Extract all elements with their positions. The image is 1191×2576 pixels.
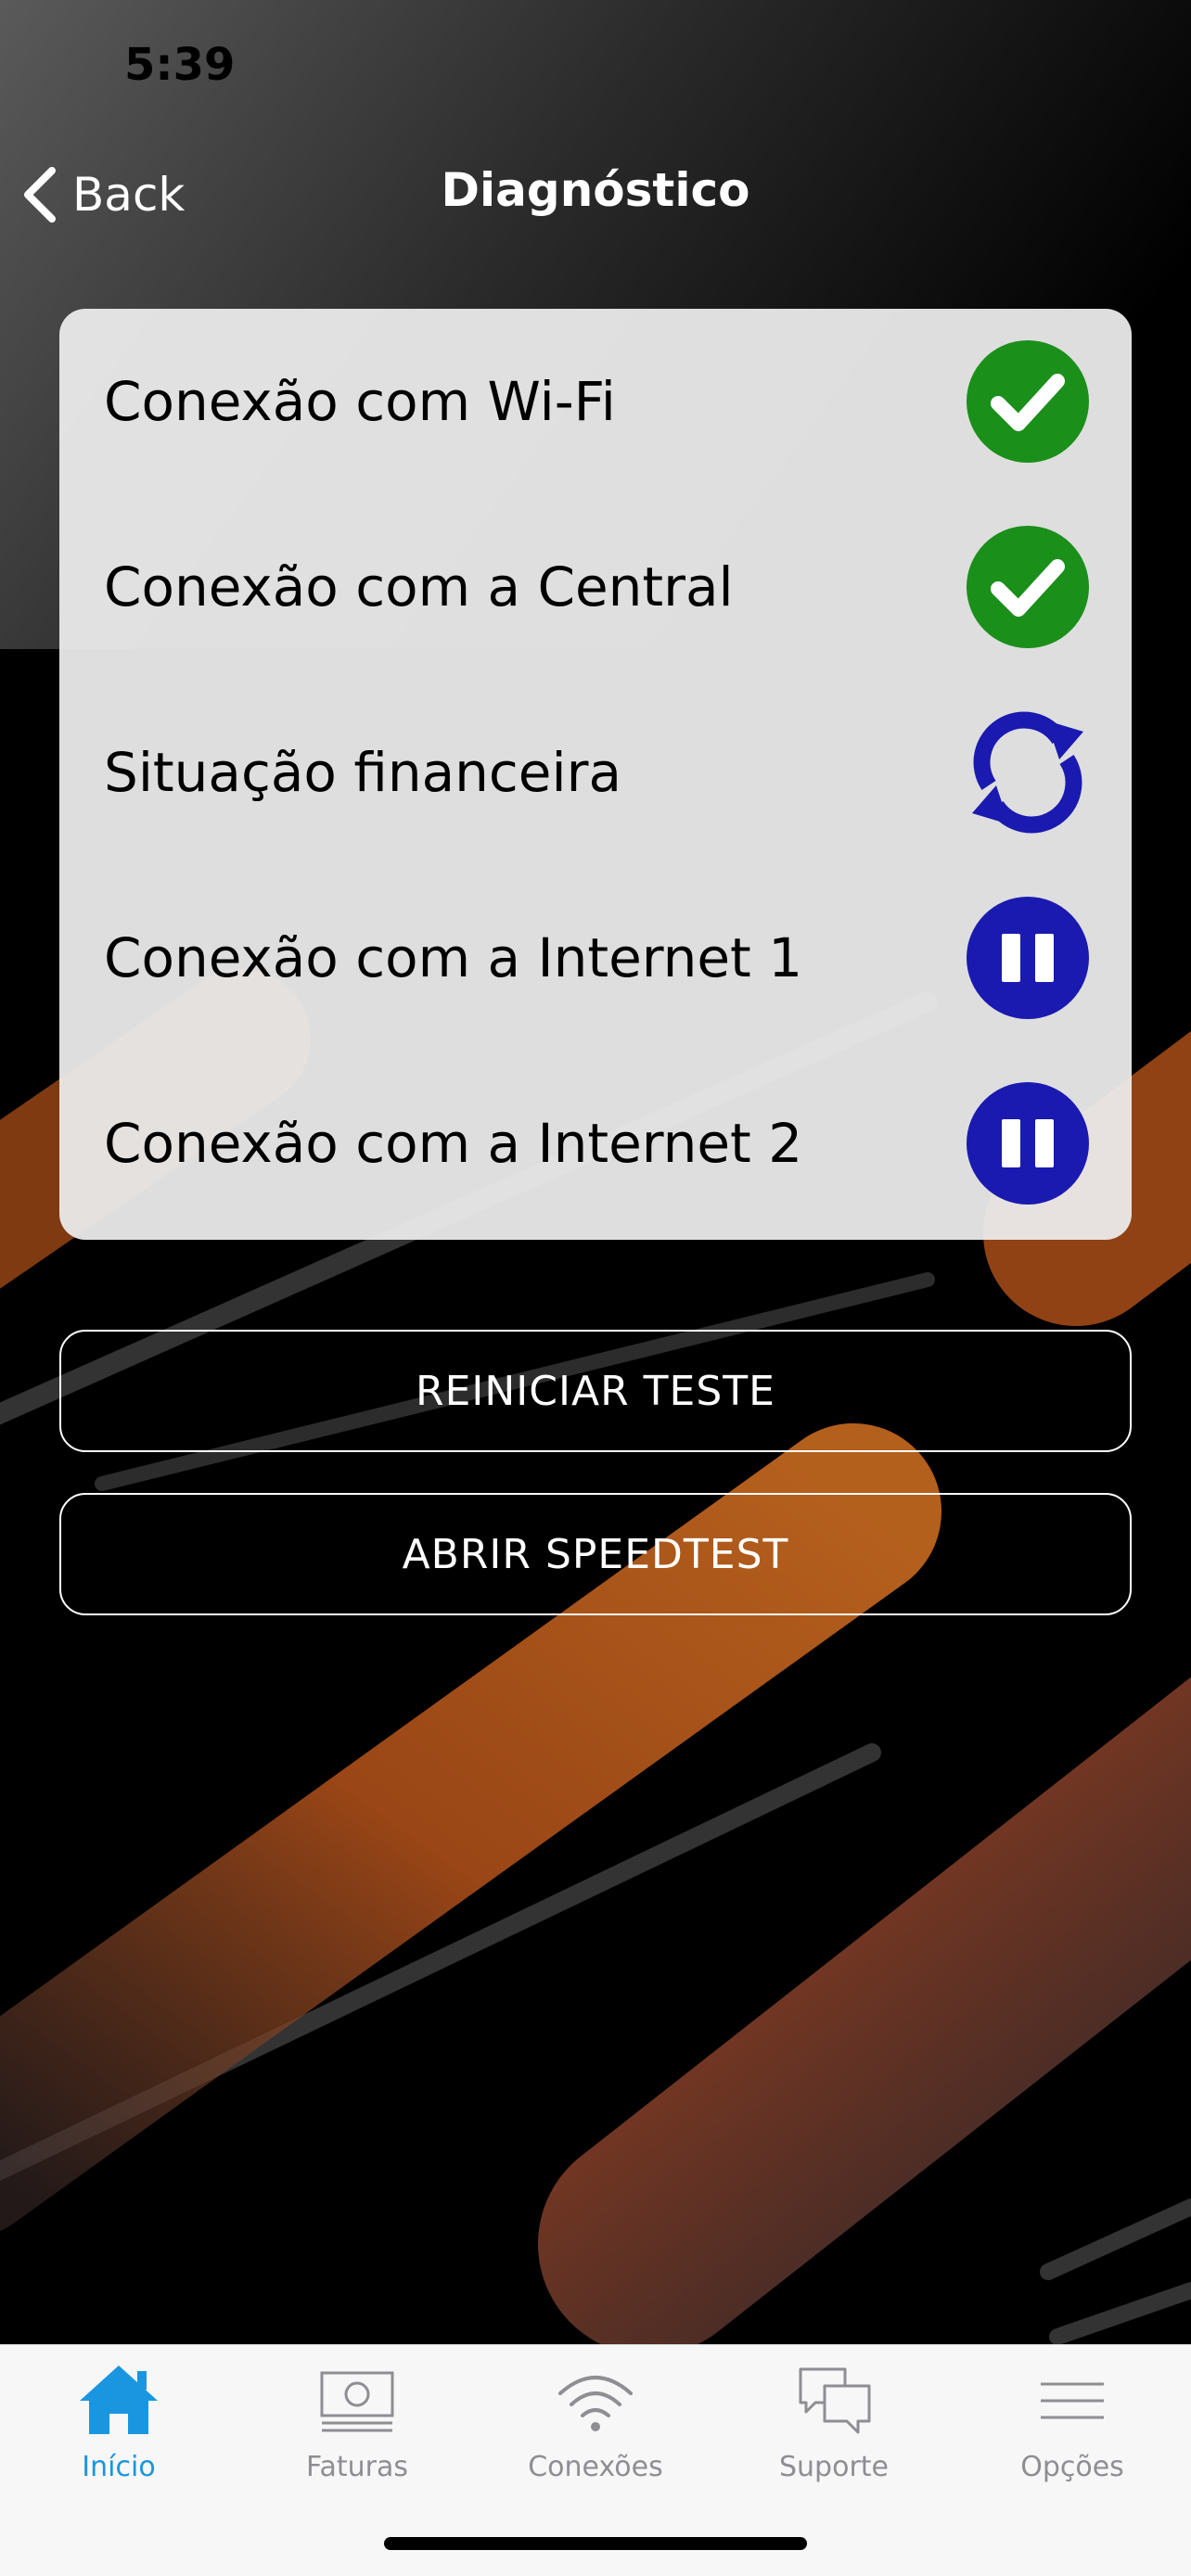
tab-faturas[interactable]: Faturas	[264, 2362, 450, 2501]
sync-icon	[967, 711, 1089, 834]
pause-icon	[967, 1082, 1089, 1205]
open-speedtest-button[interactable]: ABRIR SPEEDTEST	[59, 1493, 1132, 1615]
bill-icon	[311, 2362, 403, 2438]
restart-test-button[interactable]: REINICIAR TESTE	[59, 1330, 1132, 1452]
diagnostic-row-financial: Situação financeira	[59, 680, 1132, 865]
diagnostic-row-wifi: Conexão com Wi-Fi	[59, 309, 1132, 494]
tab-suporte[interactable]: Suporte	[741, 2362, 927, 2501]
diagnostic-label: Conexão com a Internet 1	[104, 926, 803, 989]
tab-label: Conexões	[528, 2451, 663, 2483]
diagnostic-row-internet-1: Conexão com a Internet 1	[59, 865, 1132, 1051]
home-indicator	[384, 2537, 807, 2550]
wifi-icon	[549, 2362, 642, 2438]
diagnostic-label: Conexão com Wi-Fi	[104, 370, 616, 433]
check-icon	[967, 526, 1089, 648]
pause-icon	[967, 897, 1089, 1019]
navigation-bar: Back Diagnóstico	[0, 139, 1191, 250]
diagnostics-card: Conexão com Wi-Fi Conexão com a Central …	[59, 309, 1132, 1240]
diagnostic-row-central: Conexão com a Central	[59, 494, 1132, 680]
diagnostic-label: Situação financeira	[104, 741, 621, 804]
tab-label: Suporte	[778, 2451, 889, 2483]
check-icon	[967, 340, 1089, 463]
tab-inicio[interactable]: Início	[26, 2362, 211, 2501]
chat-icon	[788, 2362, 880, 2438]
home-icon	[72, 2362, 165, 2438]
diagnostic-label: Conexão com a Central	[104, 555, 734, 618]
tab-label: Faturas	[305, 2451, 408, 2483]
tab-opcoes[interactable]: Opções	[980, 2362, 1165, 2501]
tab-label: Opções	[1020, 2451, 1124, 2483]
tab-label: Início	[82, 2451, 156, 2483]
tab-conexoes[interactable]: Conexões	[503, 2362, 688, 2501]
diagnostic-label: Conexão com a Internet 2	[104, 1112, 803, 1175]
status-bar-time: 5:39	[124, 39, 236, 91]
page-title: Diagnóstico	[441, 163, 750, 217]
menu-icon	[1026, 2362, 1119, 2438]
diagnostic-row-internet-2: Conexão com a Internet 2	[59, 1051, 1132, 1236]
